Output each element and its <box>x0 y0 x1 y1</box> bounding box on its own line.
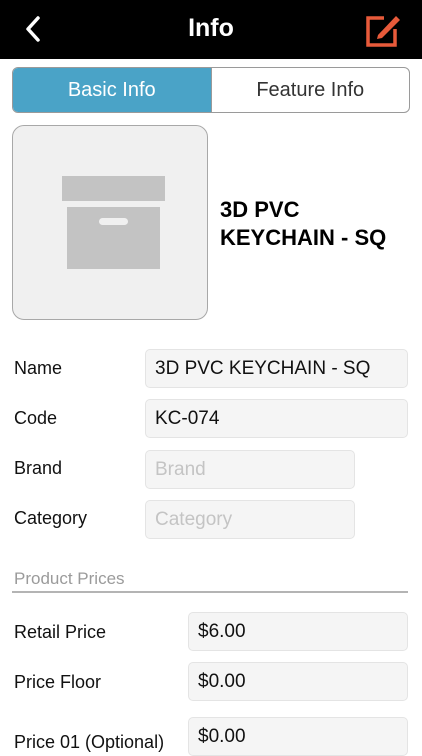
section-divider <box>12 591 408 593</box>
info-tab-selector: Basic Info Feature Info <box>12 67 410 113</box>
archive-box-icon <box>62 176 165 269</box>
name-label: Name <box>14 358 63 378</box>
price-floor-field[interactable]: $0.00 <box>188 662 408 701</box>
code-field[interactable]: KC-074 <box>145 399 408 438</box>
brand-field[interactable]: Brand <box>145 450 355 489</box>
retail-price-field[interactable]: $6.00 <box>188 612 408 651</box>
name-field[interactable]: 3D PVC KEYCHAIN - SQ <box>145 349 408 388</box>
category-label: Category <box>14 508 88 528</box>
price-01-field[interactable]: $0.00 <box>188 717 408 756</box>
product-title: 3D PVC KEYCHAIN - SQ <box>220 197 387 250</box>
section-header-product-prices: Product Prices <box>14 569 125 588</box>
product-photo[interactable] <box>12 125 208 320</box>
tab-basic-info[interactable]: Basic Info <box>13 68 211 112</box>
tab-feature-info[interactable]: Feature Info <box>210 68 410 112</box>
brand-label: Brand <box>14 458 63 478</box>
retail-price-label: Retail Price <box>14 622 107 642</box>
code-label: Code <box>14 408 58 428</box>
price-floor-label: Price Floor <box>14 672 102 692</box>
edit-icon[interactable] <box>364 11 402 49</box>
nav-title: Info <box>188 14 234 42</box>
nav-bar: Info <box>0 0 422 59</box>
category-field[interactable]: Category <box>145 500 355 539</box>
